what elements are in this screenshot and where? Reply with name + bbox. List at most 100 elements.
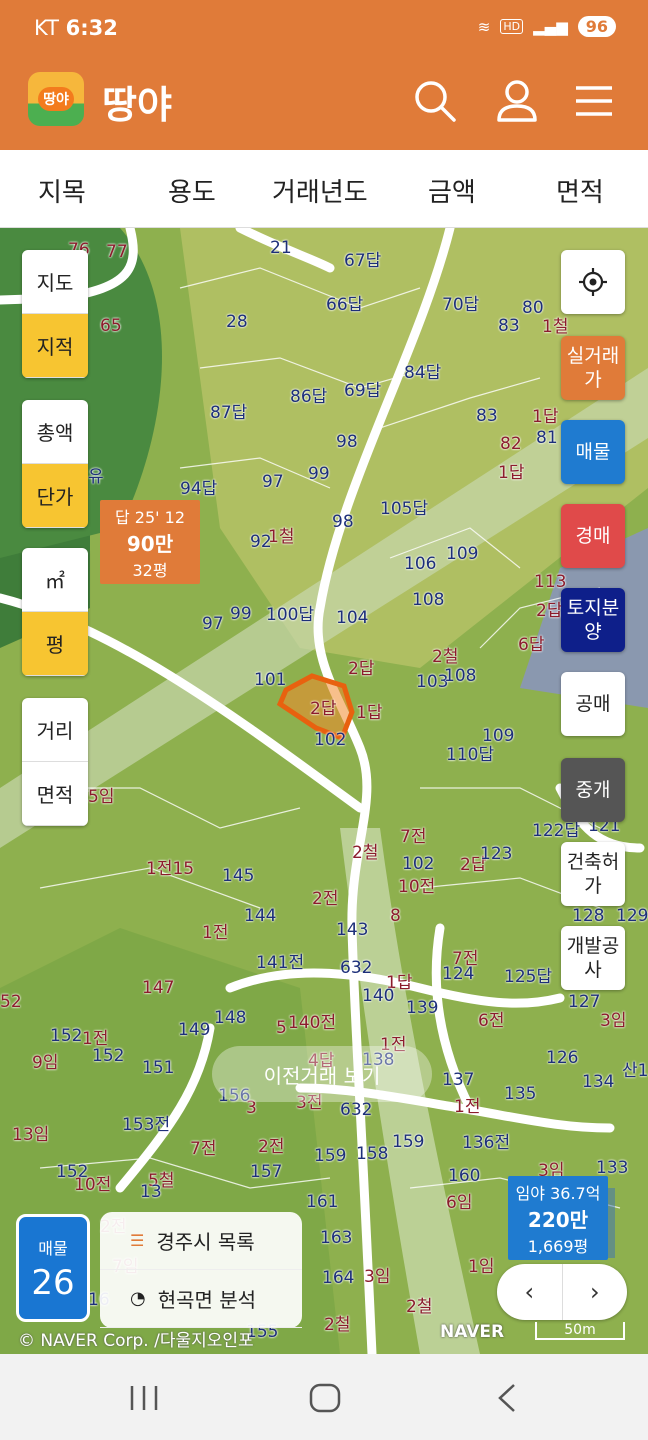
price-info-box-forest[interactable]: 임야 36.7억 220만 1,669평 bbox=[508, 1176, 608, 1260]
parcel-label: 6전 bbox=[478, 1011, 505, 1031]
list-icon: ☰ bbox=[130, 1231, 145, 1250]
real-price-button[interactable]: 실거래가 bbox=[561, 336, 625, 400]
parcel-label: 1철 bbox=[268, 527, 295, 547]
pie-chart-icon: ◔ bbox=[130, 1288, 146, 1309]
parcel-label: 유 bbox=[88, 467, 104, 487]
parcel-label: 147 bbox=[142, 978, 175, 998]
unit-sqm-button[interactable]: ㎡ bbox=[22, 548, 88, 612]
unit-pyeong-button[interactable]: 평 bbox=[22, 612, 88, 676]
search-icon[interactable] bbox=[412, 78, 458, 124]
map-type-jijeok[interactable]: 지적 bbox=[22, 314, 88, 378]
parcel-label: 7전 bbox=[400, 827, 427, 847]
measure-area-button[interactable]: 면적 bbox=[22, 762, 88, 826]
signal-icon: ▂▄▆ bbox=[533, 17, 568, 36]
area-analysis-button[interactable]: ◔ 현곡면 분석 bbox=[100, 1270, 302, 1328]
parcel-label: 140전 bbox=[288, 1013, 337, 1033]
parcel-label: 2철 bbox=[352, 843, 379, 863]
my-location-button[interactable] bbox=[561, 250, 625, 314]
recent-apps-icon[interactable] bbox=[128, 1384, 160, 1412]
unit-group: ㎡ 평 bbox=[22, 548, 88, 676]
area-analysis-label: 현곡면 분석 bbox=[157, 1288, 257, 1312]
info-line: 답 25' 12 bbox=[114, 508, 185, 527]
measure-group: 거리 면적 bbox=[22, 698, 88, 826]
filter-land-category[interactable]: 지목 bbox=[38, 172, 86, 209]
price-type-group: 총액 단가 bbox=[22, 400, 88, 528]
parcel-label: 133 bbox=[596, 1158, 629, 1178]
parcel-label: 102 bbox=[314, 730, 347, 750]
parcel-label: 108 bbox=[412, 590, 445, 610]
filter-trade-year[interactable]: 거래년도 bbox=[272, 172, 368, 209]
filter-bar: 지목 용도 거래년도 금액 면적 bbox=[0, 150, 648, 228]
public-sale-button[interactable]: 공매 bbox=[561, 672, 625, 736]
listings-button[interactable]: 매물 bbox=[561, 420, 625, 484]
auction-button[interactable]: 경매 bbox=[561, 504, 625, 568]
parcel-label: 159 bbox=[314, 1146, 347, 1166]
map-view[interactable]: 76 77 21 67답 65 28 66답 70답 80 83 1철 87답 … bbox=[0, 228, 648, 1354]
parcel-label: 2답 bbox=[348, 659, 375, 679]
logo-badge: 땅야 bbox=[38, 87, 74, 111]
price-total-button[interactable]: 총액 bbox=[22, 400, 88, 464]
prev-page-button[interactable]: ‹ bbox=[497, 1264, 563, 1320]
prev-trade-button[interactable]: 이전거래 보기 bbox=[212, 1046, 432, 1102]
measure-distance-button[interactable]: 거리 bbox=[22, 698, 88, 762]
home-icon[interactable] bbox=[308, 1382, 342, 1414]
parcel-label: 81 bbox=[536, 428, 558, 448]
parcel-label: 98 bbox=[332, 512, 354, 532]
parcel-label: 99 bbox=[230, 604, 252, 624]
parcel-label: 6임 bbox=[446, 1193, 473, 1213]
parcel-label: 128 bbox=[572, 906, 605, 926]
parcel-label: 5 bbox=[276, 1018, 287, 1038]
parcel-label: 1전15 bbox=[146, 859, 195, 879]
brokerage-button[interactable]: 중개 bbox=[561, 758, 625, 822]
parcel-label: 160 bbox=[448, 1166, 481, 1186]
parcel-label: 143 bbox=[336, 920, 369, 940]
parcel-label: 109 bbox=[482, 726, 515, 746]
system-nav-bar bbox=[0, 1354, 648, 1440]
pager: ‹ › bbox=[497, 1264, 627, 1320]
parcel-label: 2전 bbox=[312, 889, 339, 909]
parcel-label: 2전 bbox=[258, 1137, 285, 1157]
parcel-label: 152 bbox=[50, 1026, 83, 1046]
parcel-label: 163 bbox=[320, 1228, 353, 1248]
parcel-label: 105답 bbox=[380, 499, 429, 519]
parcel-label: 136전 bbox=[462, 1133, 511, 1153]
parcel-label: 1전 bbox=[202, 923, 229, 943]
map-type-jido[interactable]: 지도 bbox=[22, 250, 88, 314]
price-unit-button[interactable]: 단가 bbox=[22, 464, 88, 528]
filter-area[interactable]: 면적 bbox=[556, 172, 604, 209]
parcel-label: 108 bbox=[444, 666, 477, 686]
parcel-label: 83 bbox=[476, 406, 498, 426]
parcel-label: 632 bbox=[340, 1100, 373, 1120]
app-logo[interactable]: 땅야 bbox=[28, 72, 84, 126]
city-list-button[interactable]: ☰ 경주시 목록 bbox=[100, 1212, 302, 1270]
next-page-button[interactable]: › bbox=[563, 1264, 628, 1320]
listing-count-box[interactable]: 매물 26 bbox=[16, 1214, 90, 1322]
price-info-box[interactable]: 답 25' 12 90만 32평 bbox=[100, 500, 200, 584]
parcel-label: 127 bbox=[568, 992, 601, 1012]
parcel-label: 52 bbox=[0, 992, 22, 1012]
parcel-label: 6답 bbox=[518, 635, 545, 655]
parcel-label: 97 bbox=[202, 614, 224, 634]
development-button[interactable]: 개발공사 bbox=[561, 926, 625, 990]
parcel-label: 5임 bbox=[88, 787, 115, 807]
parcel-label: 8 bbox=[390, 906, 401, 926]
info-price: 220만 bbox=[527, 1208, 589, 1232]
land-sale-button[interactable]: 토지분양 bbox=[561, 588, 625, 652]
building-permit-button[interactable]: 건축허가 bbox=[561, 842, 625, 906]
parcel-label: 2답 bbox=[536, 601, 563, 621]
back-icon[interactable] bbox=[494, 1382, 520, 1414]
parcel-label: 144 bbox=[244, 906, 277, 926]
parcel-label: 77 bbox=[106, 242, 128, 262]
filter-zoning[interactable]: 용도 bbox=[168, 172, 216, 209]
parcel-label: 82 bbox=[500, 434, 522, 454]
parcel-label: 135 bbox=[504, 1084, 537, 1104]
parcel-label: 84답 bbox=[404, 363, 442, 383]
parcel-label: 141전 bbox=[256, 953, 305, 973]
menu-icon[interactable] bbox=[572, 78, 618, 124]
parcel-label: 1전 bbox=[454, 1097, 481, 1117]
parcel-label: 83 bbox=[498, 316, 520, 336]
crosshair-icon bbox=[579, 268, 607, 296]
parcel-label: 80 bbox=[522, 298, 544, 318]
user-icon[interactable] bbox=[494, 78, 540, 124]
filter-amount[interactable]: 금액 bbox=[428, 172, 476, 209]
